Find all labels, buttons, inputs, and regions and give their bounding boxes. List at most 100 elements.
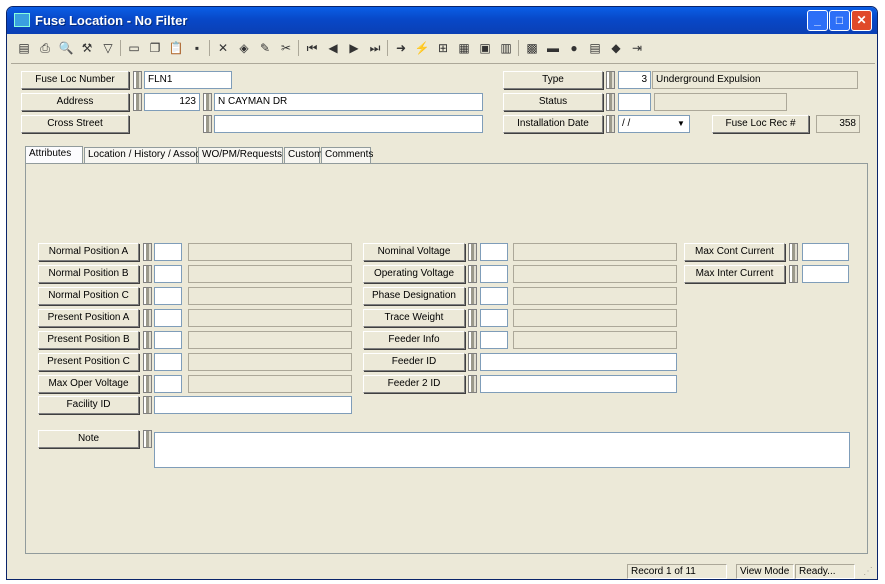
fuse-loc-number-button[interactable]: Fuse Loc Number xyxy=(21,71,129,89)
address-street-lock[interactable] xyxy=(203,93,212,111)
normal-position-c-lock[interactable] xyxy=(143,287,152,305)
fuse-loc-number-field[interactable]: FLN1 xyxy=(144,71,232,89)
tab-custom[interactable]: Custom xyxy=(284,147,322,163)
tab-comments[interactable]: Comments xyxy=(321,147,373,163)
tools-icon[interactable]: ⚒ xyxy=(78,39,96,57)
minimize-button[interactable]: _ xyxy=(807,10,828,31)
normal-position-c-code-field[interactable] xyxy=(154,287,182,305)
cross-street-button[interactable]: Cross Street xyxy=(21,115,129,133)
tab-attributes[interactable]: Attributes xyxy=(25,146,83,163)
type-code-field[interactable]: 3 xyxy=(618,71,651,89)
new-record-icon[interactable]: ▭ xyxy=(125,39,143,57)
max-oper-voltage-button[interactable]: Max Oper Voltage xyxy=(38,375,139,393)
max-inter-current-button[interactable]: Max Inter Current xyxy=(684,265,785,283)
tab-wo-pm-requests[interactable]: WO/PM/Requests xyxy=(198,147,283,163)
prev-icon[interactable]: ◀ xyxy=(324,39,342,57)
normal-position-b-code-field[interactable] xyxy=(154,265,182,283)
normal-position-c-button[interactable]: Normal Position C xyxy=(38,287,139,305)
flash-icon[interactable]: ⚡ xyxy=(413,39,431,57)
table-icon[interactable]: ▤ xyxy=(586,39,604,57)
nominal-voltage-button[interactable]: Nominal Voltage xyxy=(363,243,465,261)
globe-icon[interactable]: ● xyxy=(565,39,583,57)
maximize-button[interactable]: □ xyxy=(829,10,850,31)
present-position-b-button[interactable]: Present Position B xyxy=(38,331,139,349)
max-oper-voltage-lock[interactable] xyxy=(143,375,152,393)
grid-icon[interactable]: ▦ xyxy=(455,39,473,57)
trace-weight-lock[interactable] xyxy=(468,309,477,327)
map-icon[interactable]: ▩ xyxy=(523,39,541,57)
stack-icon[interactable]: ◈ xyxy=(235,39,253,57)
trace-weight-code-field[interactable] xyxy=(480,309,508,327)
book-icon[interactable]: ◆ xyxy=(607,39,625,57)
present-position-c-lock[interactable] xyxy=(143,353,152,371)
nominal-voltage-code-field[interactable] xyxy=(480,243,508,261)
feeder-info-code-field[interactable] xyxy=(480,331,508,349)
present-position-c-code-field[interactable] xyxy=(154,353,182,371)
feeder-id-field[interactable] xyxy=(480,353,677,371)
cut-icon[interactable]: ✂ xyxy=(277,39,295,57)
present-position-a-lock[interactable] xyxy=(143,309,152,327)
last-icon[interactable]: ⏭ xyxy=(366,39,384,57)
preview-icon[interactable]: 🔍 xyxy=(57,39,75,57)
normal-position-b-button[interactable]: Normal Position B xyxy=(38,265,139,283)
print-icon[interactable]: ⎙ xyxy=(36,39,54,57)
present-position-c-button[interactable]: Present Position C xyxy=(38,353,139,371)
fuse-loc-number-lock[interactable] xyxy=(133,71,142,89)
present-position-a-button[interactable]: Present Position A xyxy=(38,309,139,327)
max-cont-current-lock[interactable] xyxy=(789,243,798,261)
max-cont-current-button[interactable]: Max Cont Current xyxy=(684,243,785,261)
feeder-2-id-button[interactable]: Feeder 2 ID xyxy=(363,375,465,393)
installation-date-lock[interactable] xyxy=(606,115,615,133)
feeder-2-id-field[interactable] xyxy=(480,375,677,393)
chart-icon[interactable]: ▥ xyxy=(497,39,515,57)
note-button[interactable]: Note xyxy=(38,430,139,448)
max-inter-current-lock[interactable] xyxy=(789,265,798,283)
copy-icon[interactable]: ❐ xyxy=(146,39,164,57)
operating-voltage-code-field[interactable] xyxy=(480,265,508,283)
max-cont-current-field[interactable] xyxy=(802,243,849,261)
normal-position-b-lock[interactable] xyxy=(143,265,152,283)
next-icon[interactable]: ▶ xyxy=(345,39,363,57)
first-icon[interactable]: ⏮ xyxy=(303,39,321,57)
delete-icon[interactable]: ✕ xyxy=(214,39,232,57)
status-lock[interactable] xyxy=(606,93,615,111)
address-number-lock[interactable] xyxy=(133,93,142,111)
operating-voltage-lock[interactable] xyxy=(468,265,477,283)
phase-designation-lock[interactable] xyxy=(468,287,477,305)
present-position-a-code-field[interactable] xyxy=(154,309,182,327)
note-lock[interactable] xyxy=(143,430,152,448)
facility-id-lock[interactable] xyxy=(143,396,152,414)
edit-icon[interactable]: ✎ xyxy=(256,39,274,57)
title-bar[interactable]: Fuse Location - No Filter _ □ ✕ xyxy=(7,7,877,34)
installation-date-button[interactable]: Installation Date xyxy=(503,115,603,133)
normal-position-a-button[interactable]: Normal Position A xyxy=(38,243,139,261)
nominal-voltage-lock[interactable] xyxy=(468,243,477,261)
max-oper-voltage-code-field[interactable] xyxy=(154,375,182,393)
phase-designation-code-field[interactable] xyxy=(480,287,508,305)
status-button[interactable]: Status xyxy=(503,93,603,111)
trace-weight-button[interactable]: Trace Weight xyxy=(363,309,465,327)
address-street-field[interactable]: N CAYMAN DR xyxy=(214,93,483,111)
feeder-id-button[interactable]: Feeder ID xyxy=(363,353,465,371)
normal-position-a-lock[interactable] xyxy=(143,243,152,261)
fuse-loc-rec-button[interactable]: Fuse Loc Rec # xyxy=(712,115,809,133)
list-icon[interactable]: ▤ xyxy=(15,39,33,57)
feeder-info-button[interactable]: Feeder Info xyxy=(363,331,465,349)
facility-id-field[interactable] xyxy=(154,396,352,414)
status-code-field[interactable] xyxy=(618,93,651,111)
address-button[interactable]: Address xyxy=(21,93,129,111)
paste-icon[interactable]: 📋 xyxy=(167,39,185,57)
save-icon[interactable]: ▪ xyxy=(188,39,206,57)
feeder-2-id-lock[interactable] xyxy=(468,375,477,393)
feeder-id-lock[interactable] xyxy=(468,353,477,371)
dropdown-arrow-icon[interactable]: ▼ xyxy=(674,117,688,131)
present-position-b-code-field[interactable] xyxy=(154,331,182,349)
resize-grip-icon[interactable]: ⋰ xyxy=(863,566,873,577)
type-button[interactable]: Type xyxy=(503,71,603,89)
car-icon[interactable]: ▬ xyxy=(544,39,562,57)
address-number-field[interactable]: 123 xyxy=(144,93,200,111)
cross-street-field[interactable] xyxy=(214,115,483,133)
close-button[interactable]: ✕ xyxy=(851,10,872,31)
tab-location-history-assoc[interactable]: Location / History / Assoc xyxy=(84,147,200,163)
max-inter-current-field[interactable] xyxy=(802,265,849,283)
